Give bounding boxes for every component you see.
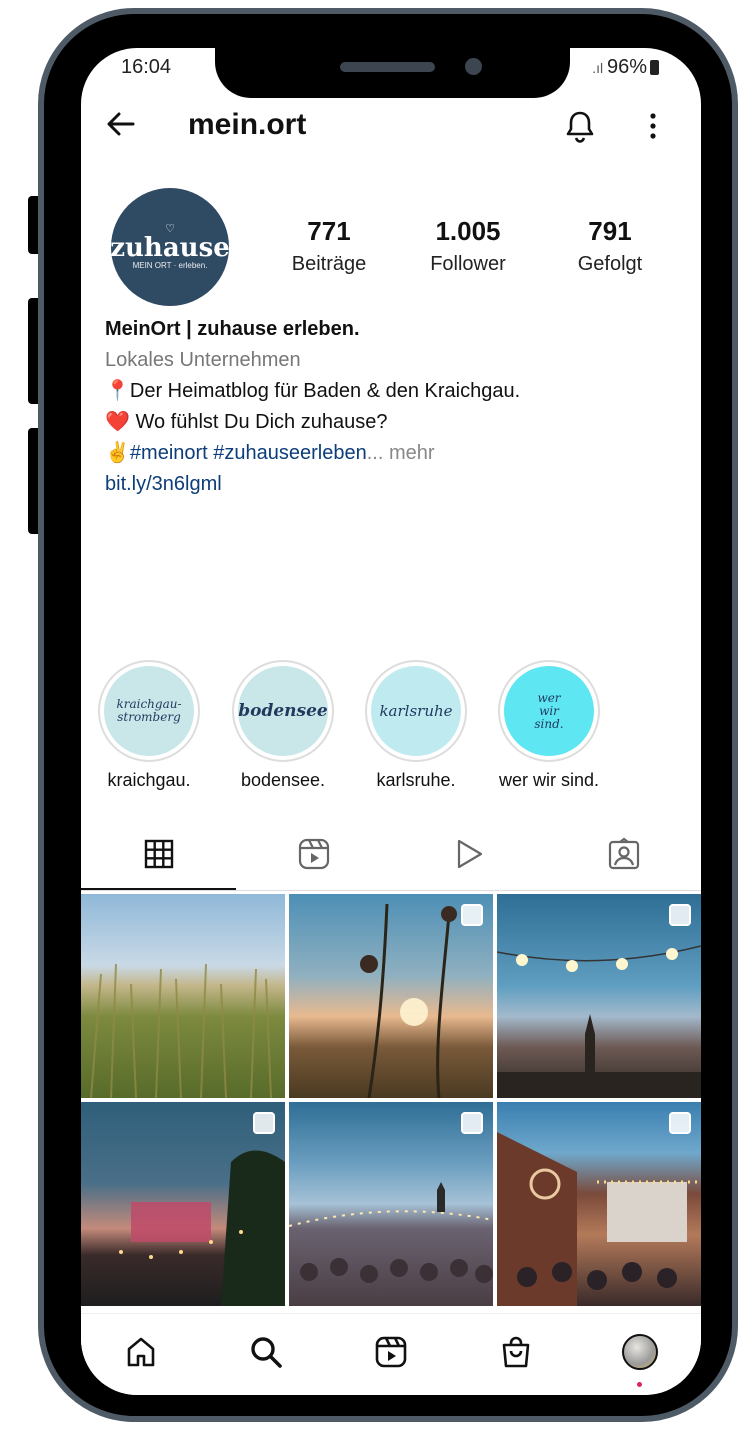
- play-icon: [457, 839, 482, 869]
- notification-dot: [637, 1382, 642, 1387]
- status-time: 16:04: [121, 56, 172, 78]
- multi-post-icon: [253, 1112, 275, 1134]
- cornfield-image: [90, 963, 272, 1098]
- multi-post-icon: [461, 904, 483, 926]
- reels-icon: [298, 838, 329, 870]
- stat-following-value: 791: [588, 216, 632, 246]
- shop-icon: [502, 1336, 530, 1368]
- nav-search[interactable]: [246, 1332, 286, 1372]
- avatar-logo-text: zuhause: [110, 233, 230, 263]
- highlight-cover: bodensee: [238, 666, 328, 756]
- tab-tagged[interactable]: [546, 818, 701, 890]
- grid-icon: [144, 839, 173, 869]
- tab-grid[interactable]: [81, 818, 236, 890]
- post-tile[interactable]: [81, 1102, 285, 1306]
- signal-icon: .ıl: [592, 60, 607, 76]
- nav-shop[interactable]: [496, 1332, 536, 1372]
- nav-reels[interactable]: [371, 1332, 411, 1372]
- highlight-label: kraichgau.: [107, 770, 191, 790]
- bio-link[interactable]: bit.ly/3n6lgml: [105, 469, 222, 500]
- post-tile[interactable]: [497, 894, 701, 1098]
- bell-icon[interactable]: [564, 110, 596, 144]
- home-icon: [127, 1337, 155, 1367]
- post-tile[interactable]: [289, 894, 493, 1098]
- search-icon: [251, 1337, 282, 1368]
- profile-category: Lokales Unternehmen: [105, 349, 301, 371]
- camera-notch: [215, 40, 570, 98]
- profile-avatar-icon: [622, 1334, 658, 1370]
- highlight-ring: kraichgau-stromberg: [98, 660, 200, 762]
- victory-emoji: ✌️: [105, 442, 130, 464]
- tagged-user-icon: [608, 837, 639, 870]
- highlight-karlsruhe[interactable]: karlsruhe karlsruhe.: [364, 660, 468, 791]
- front-camera: [465, 58, 482, 75]
- highlight-cover: wer wir sind.: [504, 666, 594, 756]
- bottom-navigation: [81, 1313, 701, 1395]
- stat-followers-value: 1.005: [435, 216, 501, 246]
- profile-name: MeinOrt | zuhause erleben.: [105, 318, 360, 340]
- tab-reels[interactable]: [236, 818, 391, 890]
- avatar-logo-sub: MEIN ORT · erleben.: [132, 261, 208, 270]
- bio-line-1: 📍Der Heimatblog für Baden & den Kraichga…: [105, 380, 521, 402]
- bio-hashtags[interactable]: #meinort #zuhauseerleben: [130, 442, 367, 464]
- speaker-grille: [340, 62, 435, 72]
- status-battery: .ıl 96%: [592, 56, 659, 79]
- stat-followers[interactable]: 1.005 Follower: [408, 216, 528, 276]
- nav-profile[interactable]: [620, 1332, 660, 1372]
- highlight-bodensee[interactable]: bodensee bodensee.: [231, 660, 335, 791]
- stat-posts[interactable]: 771 Beiträge: [269, 216, 389, 276]
- stat-posts-label: Beiträge: [291, 253, 367, 275]
- phone-screen: 16:04 .ıl 96% mein.ort ♡ zuhause MEIN OR…: [81, 48, 701, 1395]
- highlight-kraichgau[interactable]: kraichgau-stromberg kraichgau.: [97, 660, 201, 791]
- bio-line-2: ❤️ Wo fühlst Du Dich zuhause?: [105, 411, 388, 433]
- profile-tabs: [81, 818, 701, 890]
- multi-post-icon: [669, 1112, 691, 1134]
- highlight-label: bodensee.: [240, 770, 326, 790]
- profile-avatar[interactable]: ♡ zuhause MEIN ORT · erleben.: [110, 188, 230, 306]
- tab-videos[interactable]: [391, 818, 546, 890]
- highlight-ring: bodensee: [232, 660, 334, 762]
- multi-post-icon: [669, 904, 691, 926]
- post-tile[interactable]: [81, 894, 285, 1098]
- tab-separator: [81, 890, 701, 891]
- nav-home[interactable]: [121, 1332, 161, 1372]
- highlight-cover: karlsruhe: [371, 666, 461, 756]
- battery-text: 96%: [606, 56, 647, 78]
- highlight-ring: wer wir sind.: [498, 660, 600, 762]
- more-vertical-icon[interactable]: [643, 108, 663, 144]
- highlight-cover: kraichgau-stromberg: [104, 666, 194, 756]
- profile-username: mein.ort: [188, 108, 307, 141]
- multi-post-icon: [461, 1112, 483, 1134]
- bio-more-link[interactable]: ... mehr: [367, 442, 435, 464]
- highlight-label: karlsruhe.: [376, 770, 456, 790]
- stat-following[interactable]: 791 Gefolgt: [550, 216, 670, 276]
- post-tile[interactable]: [289, 1102, 493, 1306]
- highlight-wer-wir-sind[interactable]: wer wir sind. wer wir sind.: [497, 660, 601, 791]
- bio-line-3: ✌️#meinort #zuhauseerleben... mehr: [105, 438, 435, 469]
- highlight-ring: karlsruhe: [365, 660, 467, 762]
- reels-icon: [375, 1336, 407, 1368]
- back-arrow-icon[interactable]: [103, 106, 139, 151]
- highlight-label: wer wir sind.: [498, 770, 600, 790]
- stat-following-label: Gefolgt: [577, 253, 643, 275]
- stat-posts-value: 771: [307, 216, 351, 246]
- battery-icon: [650, 60, 659, 75]
- stat-followers-label: Follower: [430, 253, 506, 275]
- post-tile[interactable]: [497, 1102, 701, 1306]
